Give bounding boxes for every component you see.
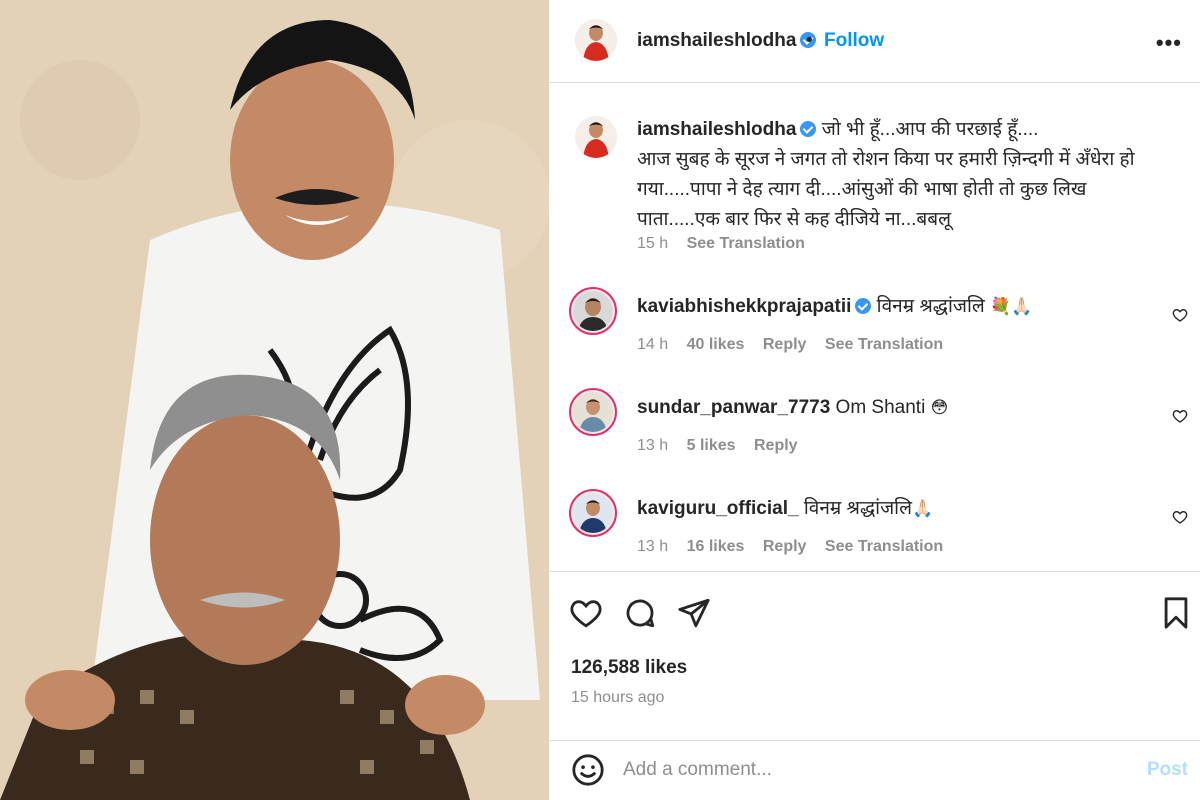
caption-line-3: गया.....पापा ने देह त्याग दी....आंसुओं क… — [637, 179, 1087, 200]
post-photo — [0, 0, 549, 800]
header-separator: • — [806, 30, 813, 51]
caption-username[interactable]: iamshaileshlodha — [637, 119, 796, 140]
comment-time: 13 h — [637, 538, 669, 555]
comment-time: 13 h — [637, 437, 669, 454]
caption-author-avatar[interactable] — [575, 116, 617, 158]
author-name[interactable]: iamshaileshlodha — [637, 30, 796, 51]
comment-likes[interactable]: 5 likes — [687, 437, 736, 454]
comment-see-translation[interactable]: See Translation — [825, 336, 943, 353]
comment-avatar[interactable] — [569, 287, 617, 335]
header-divider — [549, 82, 1200, 83]
comment-likes[interactable]: 16 likes — [687, 538, 745, 555]
comment-text: विनम्र श्रद्धांजलि — [876, 296, 985, 317]
commenter-avatar-image — [573, 493, 613, 533]
post-like-count[interactable]: 126,588 likes — [571, 657, 687, 679]
caption-meta: 15 h See Translation — [637, 235, 819, 253]
caption-see-translation[interactable]: See Translation — [687, 235, 805, 252]
comment-emoji: 😳 — [930, 398, 949, 417]
post-panel: iamshaileshlodha • Follow ••• iamshailes… — [549, 0, 1200, 800]
comment-time: 14 h — [637, 336, 669, 353]
comment-like-heart-icon[interactable] — [1172, 408, 1188, 424]
comment-meta: 14 h 40 likes Reply See Translation — [637, 336, 957, 354]
comment-reply-button[interactable]: Reply — [763, 336, 807, 353]
comment-emoji: 💐🙏🏻 — [990, 297, 1033, 316]
comment-username[interactable]: sundar_panwar_7773 — [637, 397, 830, 418]
comment-meta: 13 h 16 likes Reply See Translation — [637, 538, 957, 556]
add-comment-input[interactable] — [623, 755, 1103, 785]
comment-avatar[interactable] — [569, 388, 617, 436]
caption-avatar-image — [575, 116, 617, 158]
comment-like-heart-icon[interactable] — [1172, 509, 1188, 525]
author-avatar-image — [575, 19, 617, 61]
follow-button[interactable]: Follow — [824, 30, 884, 52]
comment-see-translation[interactable]: See Translation — [825, 538, 943, 555]
comment-text-row: sundar_panwar_7773 Om Shanti 😳 — [637, 395, 1137, 421]
comment-like-heart-icon[interactable] — [1172, 307, 1188, 323]
comment-avatar[interactable] — [569, 489, 617, 537]
commenter-avatar-image — [573, 392, 613, 432]
commenter-avatar-image — [573, 291, 613, 331]
post-photo-illustration — [0, 0, 549, 800]
actions-divider — [549, 571, 1200, 572]
comment-reply-button[interactable]: Reply — [763, 538, 807, 555]
caption-line-4: पाता.....एक बार फिर से कह दीजिये ना...बब… — [637, 209, 951, 230]
heart-icon[interactable] — [569, 596, 603, 630]
author-username-header[interactable]: iamshaileshlodha — [637, 30, 817, 52]
caption-line-1: iamshaileshlodha जो भी हूँ...आप की परछाई… — [637, 115, 1177, 145]
verified-badge-icon — [855, 298, 872, 314]
caption-line-2: आज सुबह के सूरज ने जगत तो रोशन किया पर ह… — [637, 149, 1135, 170]
comment-username[interactable]: kaviabhishekkprajapatii — [637, 296, 851, 317]
comment-text: विनम्र श्रद्धांजलि — [803, 498, 912, 519]
comment-text-row: kaviabhishekkprajapatii विनम्र श्रद्धांज… — [637, 294, 1137, 320]
verified-badge-icon — [800, 121, 817, 137]
comment-username[interactable]: kaviguru_official_ — [637, 498, 799, 519]
more-options-icon[interactable]: ••• — [1156, 30, 1182, 56]
caption-text-1: जो भी हूँ...आप की परछाई हूँ.... — [821, 119, 1039, 140]
author-avatar[interactable] — [575, 19, 617, 61]
bookmark-icon[interactable] — [1159, 596, 1193, 630]
emoji-icon[interactable] — [571, 753, 605, 787]
comment-meta: 13 h 5 likes Reply — [637, 437, 812, 455]
comment-emoji: 🙏🏻 — [911, 499, 934, 518]
post-timestamp: 15 hours ago — [571, 689, 665, 706]
post-comment-button[interactable]: Post — [1147, 759, 1188, 781]
comment-reply-button[interactable]: Reply — [754, 437, 798, 454]
comment-text-row: kaviguru_official_ विनम्र श्रद्धांजलि🙏🏻 — [637, 496, 1137, 522]
paper-plane-icon[interactable] — [677, 596, 711, 630]
comment-text: Om Shanti — [835, 397, 926, 418]
comment-bubble-icon[interactable] — [623, 596, 657, 630]
add-comment-row: Post — [549, 741, 1200, 800]
comment-likes[interactable]: 40 likes — [687, 336, 745, 353]
post-caption: iamshaileshlodha जो भी हूँ...आप की परछाई… — [637, 115, 1177, 235]
caption-time: 15 h — [637, 235, 669, 252]
